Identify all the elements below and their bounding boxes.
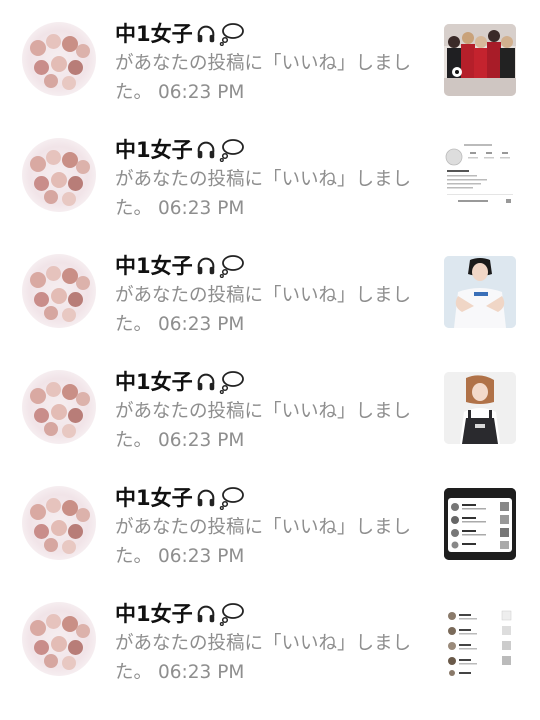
notification-message: があなたの投稿に「いいね」しました。 06:23 PM [115,165,430,223]
user-avatar[interactable] [22,486,96,560]
user-avatar[interactable] [22,370,96,444]
notification-item[interactable]: 中1女子 があなたの投稿に「いいね」しました。 06:23 PM [0,0,540,116]
timestamp: 06:23 PM [158,430,245,451]
user-avatar[interactable] [22,254,96,328]
notification-item[interactable]: 中1女子 があなたの投稿に「いいね」しました。 06:23 PM [0,348,540,464]
notification-message: があなたの投稿に「いいね」しました。 06:23 PM [115,513,430,571]
timestamp: 06:23 PM [158,662,245,683]
username-label: 中1女子 [115,602,193,626]
post-thumbnail[interactable] [444,140,516,212]
post-thumbnail[interactable] [444,256,516,328]
username[interactable]: 中1女子 [115,368,430,396]
notification-message: があなたの投稿に「いいね」しました。 06:23 PM [115,629,430,687]
thought-bubble-icon [219,371,244,394]
user-avatar[interactable] [22,138,96,212]
post-thumbnail[interactable] [444,24,516,96]
post-thumbnail[interactable] [444,604,516,676]
post-thumbnail[interactable] [444,372,516,444]
username[interactable]: 中1女子 [115,20,430,48]
timestamp: 06:23 PM [158,198,245,219]
headphones-icon [197,489,214,507]
notification-item[interactable]: 中1女子 があなたの投稿に「いいね」しました。 06:23 PM [0,232,540,348]
notification-text: 中1女子 があなたの投稿に「いいね」しました。 06:23 PM [115,368,430,455]
timestamp: 06:23 PM [158,314,245,335]
headphones-icon [197,141,214,159]
notification-item[interactable]: 中1女子 があなたの投稿に「いいね」しました。 06:23 PM [0,464,540,580]
post-thumbnail[interactable] [444,488,516,560]
thought-bubble-icon [219,139,244,162]
notification-message: があなたの投稿に「いいね」しました。 06:23 PM [115,49,430,107]
username-label: 中1女子 [115,486,193,510]
headphones-icon [197,373,214,391]
headphones-icon [197,605,214,623]
notification-item[interactable]: 中1女子 があなたの投稿に「いいね」しました。 06:23 PM [0,580,540,696]
user-avatar[interactable] [22,22,96,96]
notification-text: 中1女子 があなたの投稿に「いいね」しました。 06:23 PM [115,252,430,339]
headphones-icon [197,257,214,275]
username-label: 中1女子 [115,22,193,46]
notification-text: 中1女子 があなたの投稿に「いいね」しました。 06:23 PM [115,136,430,223]
notification-text: 中1女子 があなたの投稿に「いいね」しました。 06:23 PM [115,600,430,687]
thought-bubble-icon [219,23,244,46]
username[interactable]: 中1女子 [115,136,430,164]
username[interactable]: 中1女子 [115,600,430,628]
notification-text: 中1女子 があなたの投稿に「いいね」しました。 06:23 PM [115,20,430,107]
username[interactable]: 中1女子 [115,484,430,512]
notification-text: 中1女子 があなたの投稿に「いいね」しました。 06:23 PM [115,484,430,571]
thought-bubble-icon [219,255,244,278]
notification-item[interactable]: 中1女子 があなたの投稿に「いいね」しました。 06:23 PM [0,116,540,232]
thought-bubble-icon [219,487,244,510]
notification-message: があなたの投稿に「いいね」しました。 06:23 PM [115,397,430,455]
timestamp: 06:23 PM [158,82,245,103]
username-label: 中1女子 [115,370,193,394]
timestamp: 06:23 PM [158,546,245,567]
username-label: 中1女子 [115,138,193,162]
notification-message: があなたの投稿に「いいね」しました。 06:23 PM [115,281,430,339]
username[interactable]: 中1女子 [115,252,430,280]
username-label: 中1女子 [115,254,193,278]
notification-list: 中1女子 があなたの投稿に「いいね」しました。 06:23 PM 中1女子 があ… [0,0,540,720]
headphones-icon [197,25,214,43]
user-avatar[interactable] [22,602,96,676]
thought-bubble-icon [219,603,244,626]
